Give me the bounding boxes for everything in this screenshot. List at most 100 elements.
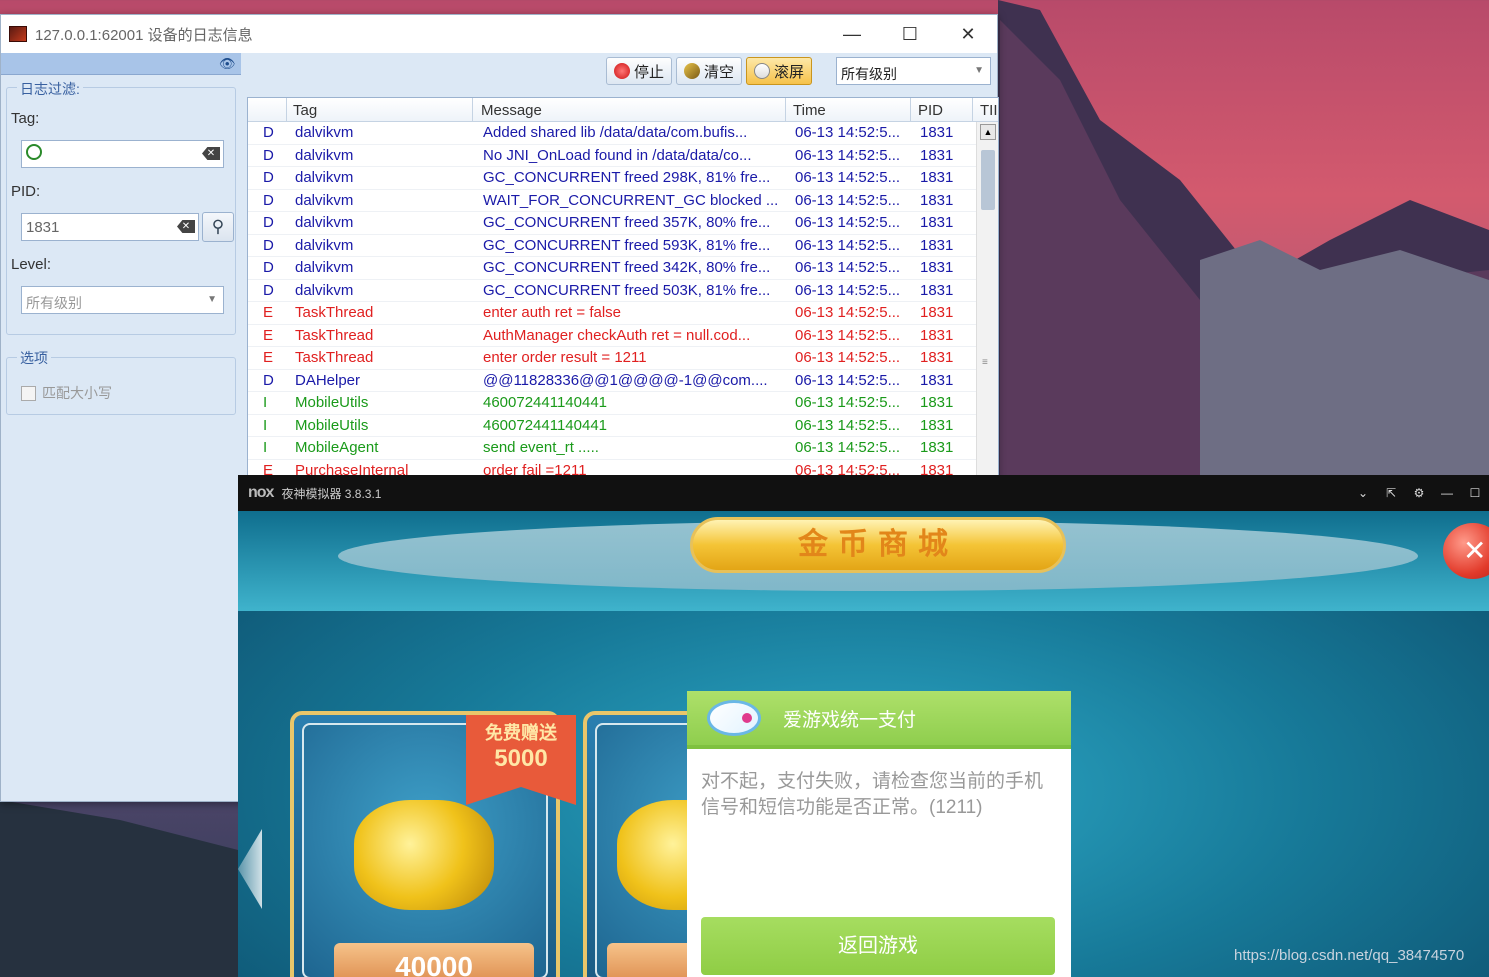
- collapse-icon[interactable]: ⌄: [1349, 486, 1377, 500]
- log-filter-panel: 日志过滤: Tag: ✕ PID: 1831 ✕ ⚲ Level: 所有级别 ▼: [6, 79, 236, 335]
- log-time: 06-13 14:52:5...: [795, 326, 901, 344]
- log-level: D: [263, 146, 274, 164]
- panel-header-strip: 👁: [1, 53, 241, 75]
- log-tag: TaskThread: [295, 349, 374, 366]
- log-pid: 1831: [920, 416, 954, 434]
- minimize-button[interactable]: —: [823, 24, 881, 45]
- log-row[interactable]: I MobileAgent send event_rt ..... 06-13 14:…: [248, 437, 978, 460]
- log-row[interactable]: Ddalvikvm GC_CONCURRENT freed 298K, 81% f…: [248, 167, 978, 190]
- close-button[interactable]: ✕: [939, 24, 997, 45]
- window-title: 127.0.0.1:62001 设备的日志信息: [35, 26, 253, 44]
- log-row[interactable]: Ddalvikvm GC_CONCURRENT freed 503K, 81% f…: [248, 280, 978, 302]
- log-row[interactable]: E TaskThread AuthManager checkAuth ret = n…: [248, 325, 978, 347]
- log-row[interactable]: D DAHelper @@11828336@@1@@@@-1@@com.... 06-…: [248, 370, 978, 392]
- emulator-title: 夜神模拟器 3.8.3.1: [281, 486, 382, 501]
- log-row[interactable]: I MobileUtils 460072441140441 06-13 14:52:5…: [248, 392, 978, 415]
- log-level: D: [263, 281, 274, 299]
- log-time: 06-13 14:52:5...: [795, 416, 901, 434]
- log-row[interactable]: E TaskThread enter auth ret = false 06-13 1…: [248, 302, 978, 325]
- column-header-message[interactable]: Message: [481, 102, 542, 119]
- tag-input[interactable]: ✕: [21, 140, 224, 168]
- maximize-icon[interactable]: ☐: [1461, 486, 1489, 500]
- match-case-checkbox[interactable]: 匹配大小写: [21, 383, 112, 403]
- log-tag: dalvikvm: [295, 214, 354, 231]
- log-time: 06-13 14:52:5...: [795, 439, 901, 456]
- log-message: Added shared lib /data/data/com.bufis...: [483, 124, 748, 141]
- stop-icon: [614, 63, 630, 79]
- search-button[interactable]: ⚲: [202, 212, 234, 242]
- log-row[interactable]: Ddalvikvm GC_CONCURRENT freed 342K, 80% f…: [248, 257, 978, 280]
- minimize-icon[interactable]: —: [1433, 486, 1461, 500]
- log-row[interactable]: Ddalvikvm WAIT_FOR_CONCURRENT_GC blocked …: [248, 190, 978, 212]
- gear-icon[interactable]: ⚙: [1405, 486, 1433, 500]
- column-header-time[interactable]: Time: [793, 102, 826, 119]
- log-time: 06-13 14:52:5...: [795, 259, 901, 276]
- log-time: 06-13 14:52:5...: [795, 146, 901, 164]
- log-tag: dalvikvm: [295, 146, 354, 164]
- log-tag: TaskThread: [295, 304, 374, 321]
- clear-label: 清空: [704, 63, 735, 81]
- column-header-tid[interactable]: TII: [980, 102, 998, 119]
- log-level: I: [263, 439, 268, 456]
- nox-emulator-window: nox 夜神模拟器 3.8.3.1 ⌄ ⇱ ⚙ — ☐ 金币商城 ✕ 免费赠送 …: [238, 475, 1489, 977]
- history-icon[interactable]: [26, 144, 42, 160]
- log-time: 06-13 14:52:5...: [795, 169, 901, 186]
- log-tag: dalvikvm: [295, 236, 354, 254]
- log-tag: dalvikvm: [295, 169, 354, 186]
- autoscroll-button[interactable]: 滚屏: [746, 57, 813, 85]
- watermark: https://blog.csdn.net/qq_38474570: [1234, 947, 1465, 964]
- log-row[interactable]: E TaskThread enter order result = 1211 06-1…: [248, 347, 978, 370]
- vertical-scrollbar[interactable]: ▲ ≡: [976, 122, 998, 476]
- coin-pack-card[interactable]: 免费赠送 5000 40000: [290, 711, 576, 977]
- log-level: D: [263, 191, 274, 209]
- maximize-button[interactable]: ☐: [881, 24, 939, 45]
- log-level: I: [263, 416, 268, 434]
- log-row[interactable]: I MobileUtils 460072441140441 06-13 14:52:5…: [248, 415, 978, 437]
- broom-icon: [684, 63, 701, 79]
- checkbox-box[interactable]: [21, 385, 36, 401]
- scroll-icon: [754, 63, 771, 79]
- match-case-label: 匹配大小写: [42, 385, 112, 401]
- log-toolbar: 停止 清空 滚屏: [606, 57, 813, 85]
- scroll-up-icon[interactable]: ▲: [980, 124, 996, 140]
- shop-banner: 金币商城: [690, 517, 1066, 573]
- dialog-title: 爱游戏统一支付: [783, 709, 917, 731]
- payment-dialog: 爱游戏统一支付 对不起，支付失败，请检查您当前的手机信号和短信功能是否正常。(1…: [687, 691, 1071, 977]
- log-message: No JNI_OnLoad found in /data/data/co...: [483, 146, 752, 164]
- game-screen: 金币商城 ✕ 免费赠送 5000 40000 1 爱游戏统一支付 对不起，支付失…: [238, 511, 1489, 977]
- log-time: 06-13 14:52:5...: [795, 349, 901, 366]
- log-rows: Ddalvikvm Added shared lib /data/data/com…: [248, 122, 978, 476]
- log-time: 06-13 14:52:5...: [795, 191, 901, 209]
- log-row[interactable]: Ddalvikvm Added shared lib /data/data/com…: [248, 122, 978, 145]
- log-row[interactable]: Ddalvikvm GC_CONCURRENT freed 593K, 81% f…: [248, 235, 978, 257]
- log-tag: dalvikvm: [295, 259, 354, 276]
- log-message: send event_rt .....: [483, 439, 599, 456]
- clear-button[interactable]: 清空: [676, 57, 743, 85]
- log-tag: MobileUtils: [295, 394, 369, 411]
- log-pid: 1831: [920, 236, 954, 254]
- level-select[interactable]: 所有级别 ▼: [21, 286, 224, 314]
- log-row[interactable]: Ddalvikvm GC_CONCURRENT freed 357K, 80% f…: [248, 212, 978, 235]
- log-pid: 1831: [920, 281, 954, 299]
- log-time: 06-13 14:52:5...: [795, 394, 901, 411]
- stop-button[interactable]: 停止: [606, 57, 673, 85]
- clear-tag-icon[interactable]: ✕: [202, 147, 220, 160]
- app-icon: [9, 26, 27, 42]
- return-to-game-button[interactable]: 返回游戏: [701, 917, 1055, 975]
- pid-input[interactable]: 1831 ✕: [21, 213, 199, 241]
- grip-icon: ≡: [982, 357, 988, 368]
- scroll-thumb[interactable]: [981, 150, 995, 210]
- log-message: enter order result = 1211: [483, 349, 647, 366]
- chevron-down-icon: ▼: [207, 294, 217, 305]
- column-header-tag[interactable]: Tag: [293, 102, 317, 119]
- toolbar-level-select[interactable]: 所有级别 ▼: [836, 57, 991, 85]
- nox-logo: nox: [248, 484, 274, 501]
- pin-icon[interactable]: ⇱: [1377, 486, 1405, 500]
- eye-icon[interactable]: 👁: [219, 56, 237, 71]
- log-message: WAIT_FOR_CONCURRENT_GC blocked ...: [483, 191, 779, 209]
- column-header-pid[interactable]: PID: [918, 102, 943, 119]
- left-arrow-icon[interactable]: [238, 829, 262, 909]
- clear-pid-icon[interactable]: ✕: [177, 220, 195, 233]
- log-row[interactable]: Ddalvikvm No JNI_OnLoad found in /data/da…: [248, 145, 978, 167]
- log-message: @@11828336@@1@@@@-1@@com....: [483, 371, 768, 389]
